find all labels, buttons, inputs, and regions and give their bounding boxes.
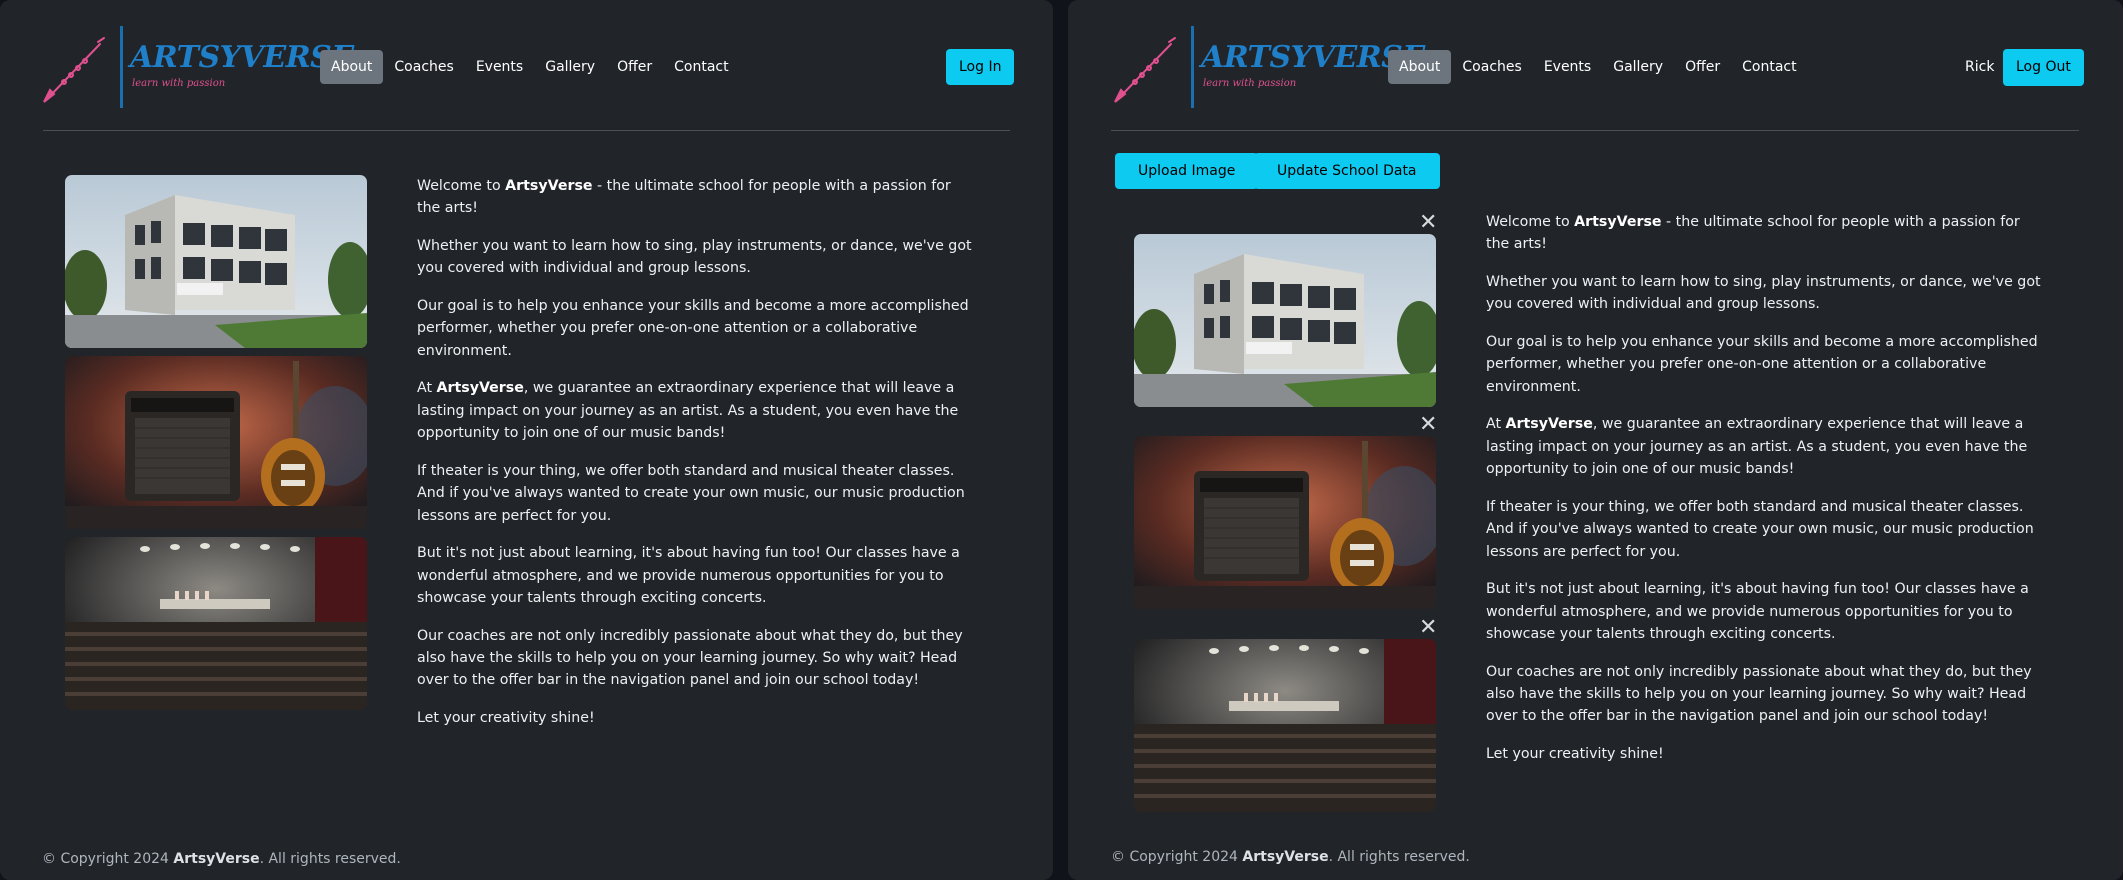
clarinet-icon xyxy=(1114,37,1176,103)
copyright-text: © Copyright 2024 xyxy=(42,851,174,867)
nav-contact[interactable]: Contact xyxy=(1731,50,1807,84)
logo-divider xyxy=(120,26,123,108)
about-text: Welcome to ArtsyVerse - the ultimate sch… xyxy=(1486,211,2046,781)
brand-bold: ArtsyVerse xyxy=(505,178,593,194)
nav-coaches[interactable]: Coaches xyxy=(383,50,464,84)
close-icon[interactable]: ✕ xyxy=(1419,212,1437,234)
brand-bold: ArtsyVerse xyxy=(1574,214,1662,230)
guarantee-paragraph: At ArtsyVerse, we guarantee an extraordi… xyxy=(1486,413,2046,480)
logged-in-view: ARTSYVERSE learn with passion About Coac… xyxy=(1068,0,2123,880)
header-divider xyxy=(1111,130,2079,131)
artsyverse-logo[interactable]: ARTSYVERSE learn with passion xyxy=(1111,22,1425,110)
nav-gallery[interactable]: Gallery xyxy=(1602,50,1674,84)
nav-gallery[interactable]: Gallery xyxy=(534,50,606,84)
footer-brand: ArtsyVerse xyxy=(1242,849,1329,865)
theater-stage-image xyxy=(65,537,367,710)
copyright-text: © Copyright 2024 xyxy=(1111,849,1243,865)
footer-brand: ArtsyVerse xyxy=(173,851,260,867)
school-building-image xyxy=(65,175,367,348)
main-nav: About Coaches Events Gallery Offer Conta… xyxy=(320,50,740,84)
lessons-paragraph: Whether you want to learn how to sing, p… xyxy=(417,238,972,277)
intro-text: Welcome to xyxy=(1486,214,1575,230)
rights-text: . All rights reserved. xyxy=(259,851,401,867)
brand-bold: ArtsyVerse xyxy=(436,380,524,397)
about-text: Welcome to ArtsyVerse - the ultimate sch… xyxy=(417,175,977,745)
close-icon[interactable]: ✕ xyxy=(1419,414,1437,436)
nav-coaches[interactable]: Coaches xyxy=(1451,50,1532,84)
footer-copyright: © Copyright 2024 ArtsyVerse. All rights … xyxy=(42,851,401,867)
close-icon[interactable]: ✕ xyxy=(1419,617,1437,639)
closing-paragraph: Let your creativity shine! xyxy=(417,710,595,727)
fun-paragraph: But it's not just about learning, it's a… xyxy=(417,545,960,607)
logout-button[interactable]: Log Out xyxy=(2003,49,2084,86)
nav-events[interactable]: Events xyxy=(1533,50,1602,84)
intro-paragraph: Welcome to ArtsyVerse - the ultimate sch… xyxy=(417,175,977,220)
intro-paragraph: Welcome to ArtsyVerse - the ultimate sch… xyxy=(1486,211,2046,256)
guarantee-text: At xyxy=(1486,416,1506,433)
brand-tagline: learn with passion xyxy=(1203,78,1297,89)
lessons-paragraph: Whether you want to learn how to sing, p… xyxy=(1486,274,2041,313)
nav-offer[interactable]: Offer xyxy=(606,50,663,84)
theater-paragraph: If theater is your thing, we offer both … xyxy=(1486,498,2034,560)
rights-text: . All rights reserved. xyxy=(1328,849,1470,865)
nav-about[interactable]: About xyxy=(320,50,384,84)
nav-about[interactable]: About xyxy=(1388,50,1452,84)
school-building-image xyxy=(1134,234,1436,407)
coaches-paragraph: Our coaches are not only incredibly pass… xyxy=(1486,663,2032,725)
artsyverse-logo[interactable]: ARTSYVERSE learn with passion xyxy=(40,22,354,110)
nav-offer[interactable]: Offer xyxy=(1674,50,1731,84)
login-button[interactable]: Log In xyxy=(946,49,1015,85)
update-school-data-button[interactable]: Update School Data xyxy=(1254,153,1440,189)
main-nav: About Coaches Events Gallery Offer Conta… xyxy=(1388,50,1808,84)
closing-paragraph: Let your creativity shine! xyxy=(1486,746,1664,763)
brand-tagline: learn with passion xyxy=(132,78,226,89)
fun-paragraph: But it's not just about learning, it's a… xyxy=(1486,581,2029,643)
brand-bold: ArtsyVerse xyxy=(1505,416,1593,433)
theater-paragraph: If theater is your thing, we offer both … xyxy=(417,462,965,524)
coaches-paragraph: Our coaches are not only incredibly pass… xyxy=(417,627,963,689)
goal-paragraph: Our goal is to help you enhance your ski… xyxy=(1486,334,2038,395)
header-divider xyxy=(43,130,1010,131)
intro-text: Welcome to xyxy=(417,178,506,194)
goal-paragraph: Our goal is to help you enhance your ski… xyxy=(417,298,969,359)
clarinet-icon xyxy=(43,37,105,103)
upload-image-button[interactable]: Upload Image xyxy=(1115,153,1259,189)
guarantee-paragraph: At ArtsyVerse, we guarantee an extraordi… xyxy=(417,377,977,444)
logo-divider xyxy=(1191,26,1194,108)
footer-copyright: © Copyright 2024 ArtsyVerse. All rights … xyxy=(1111,849,1470,865)
amp-and-guitar-image xyxy=(65,356,367,529)
nav-events[interactable]: Events xyxy=(465,50,534,84)
guarantee-text: At xyxy=(417,380,437,397)
nav-contact[interactable]: Contact xyxy=(663,50,739,84)
logged-out-view: ARTSYVERSE learn with passion About Coac… xyxy=(0,0,1053,880)
theater-stage-image xyxy=(1134,639,1436,812)
amp-and-guitar-image xyxy=(1134,436,1436,609)
current-user-name: Rick xyxy=(1965,59,1995,75)
